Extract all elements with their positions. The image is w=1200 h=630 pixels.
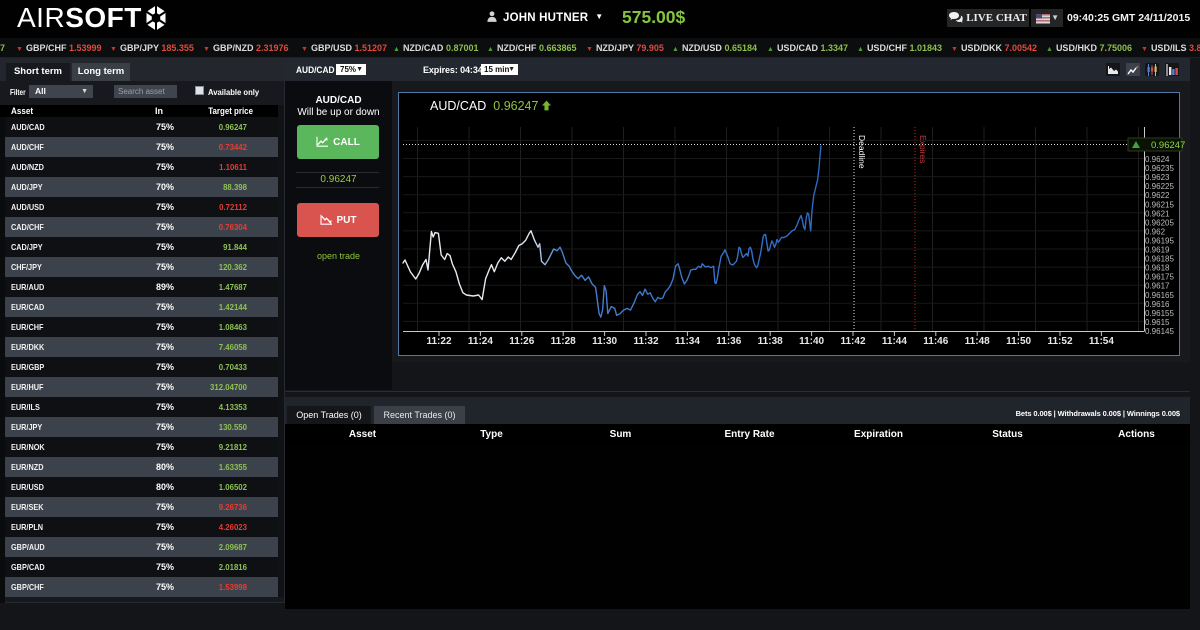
svg-text:0.9624: 0.9624 — [1145, 155, 1170, 164]
svg-text:0.96225: 0.96225 — [1145, 182, 1174, 191]
svg-text:0.96215: 0.96215 — [1145, 200, 1174, 209]
svg-text:Expires: Expires — [918, 135, 928, 163]
svg-text:11:36: 11:36 — [716, 336, 741, 347]
svg-text:0.96165: 0.96165 — [1145, 291, 1174, 300]
svg-text:0.96155: 0.96155 — [1145, 309, 1174, 318]
svg-text:0.96247: 0.96247 — [1151, 140, 1185, 151]
svg-text:0.96205: 0.96205 — [1145, 218, 1174, 227]
svg-text:11:52: 11:52 — [1047, 336, 1072, 347]
svg-text:0.962: 0.962 — [1145, 227, 1166, 236]
svg-text:11:22: 11:22 — [426, 336, 451, 347]
svg-text:11:50: 11:50 — [1006, 336, 1031, 347]
svg-text:0.9617: 0.9617 — [1145, 282, 1170, 291]
svg-text:0.9623: 0.9623 — [1145, 173, 1170, 182]
svg-text:0.9622: 0.9622 — [1145, 191, 1170, 200]
svg-text:11:38: 11:38 — [758, 336, 783, 347]
svg-text:11:24: 11:24 — [468, 336, 493, 347]
svg-text:11:44: 11:44 — [882, 336, 907, 347]
svg-text:0.96195: 0.96195 — [1145, 236, 1174, 245]
svg-text:11:54: 11:54 — [1089, 336, 1114, 347]
svg-text:11:32: 11:32 — [633, 336, 658, 347]
svg-text:0.96175: 0.96175 — [1145, 273, 1174, 282]
svg-text:11:30: 11:30 — [592, 336, 617, 347]
svg-text:0.9615: 0.9615 — [1145, 318, 1170, 327]
svg-text:0.9616: 0.9616 — [1145, 300, 1170, 309]
svg-text:Deadline: Deadline — [857, 135, 867, 169]
svg-text:0.96145: 0.96145 — [1145, 327, 1174, 336]
svg-text:11:28: 11:28 — [551, 336, 576, 347]
svg-text:11:46: 11:46 — [923, 336, 948, 347]
svg-text:11:26: 11:26 — [509, 336, 534, 347]
svg-text:0.96185: 0.96185 — [1145, 255, 1174, 264]
svg-text:0.9619: 0.9619 — [1145, 246, 1170, 255]
svg-text:11:34: 11:34 — [675, 336, 700, 347]
svg-text:11:42: 11:42 — [840, 336, 865, 347]
svg-text:0.9621: 0.9621 — [1145, 209, 1170, 218]
svg-text:0.96235: 0.96235 — [1145, 164, 1174, 173]
svg-text:0.9618: 0.9618 — [1145, 264, 1170, 273]
svg-text:11:40: 11:40 — [799, 336, 824, 347]
svg-text:11:48: 11:48 — [965, 336, 990, 347]
